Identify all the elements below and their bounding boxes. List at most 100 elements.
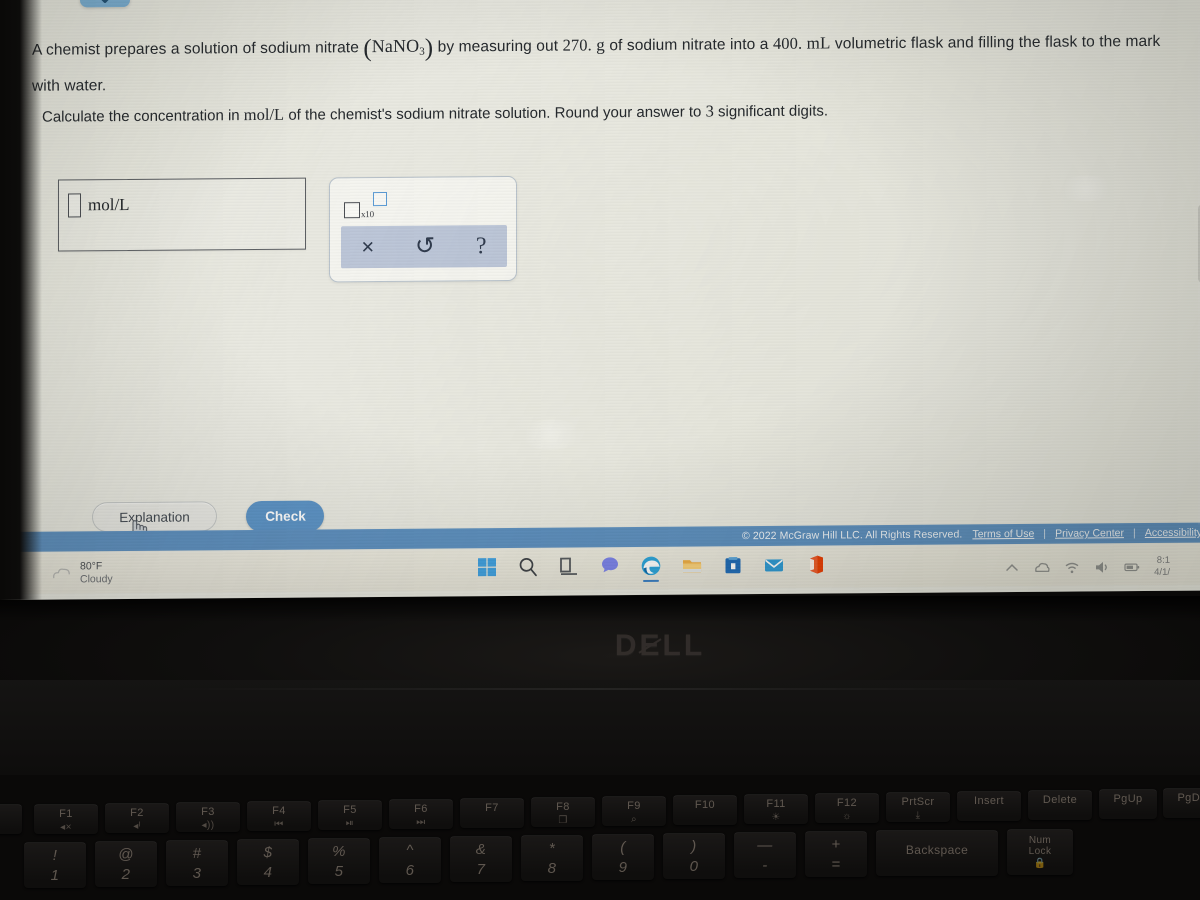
- key-f6[interactable]: F6 ⏭: [389, 799, 453, 829]
- key-8-number: 8: [547, 860, 557, 877]
- key-f12-label: F12: [836, 797, 858, 809]
- key-f11[interactable]: F11 ☀: [744, 794, 808, 824]
- chat-icon[interactable]: [599, 555, 621, 577]
- key-insert[interactable]: Insert: [957, 791, 1021, 821]
- key-f2[interactable]: F2 ◂ᴵ: [105, 803, 169, 833]
- key-f10[interactable]: F10: [673, 795, 737, 825]
- key-0[interactable]: ) 0: [663, 833, 725, 879]
- volume-up-icon: ◂)): [201, 820, 215, 831]
- volume-mute-icon: ◂×: [60, 822, 72, 833]
- key-minus[interactable]: — -: [734, 832, 796, 878]
- key-f3-label: F3: [201, 806, 215, 818]
- taskbar-clock[interactable]: 8:1 4/1/: [1154, 555, 1170, 579]
- key-numlock-label-1: Num: [1028, 835, 1052, 846]
- key-1[interactable]: ! 1: [24, 842, 86, 888]
- key-f1[interactable]: F1 ◂×: [34, 804, 98, 834]
- volume-value: 400.: [772, 33, 803, 53]
- answer-unit-label: mol/L: [88, 194, 130, 215]
- key-f10-label: F10: [694, 799, 716, 811]
- key-f5-label: F5: [343, 804, 357, 816]
- key-esc[interactable]: ⎋: [0, 804, 22, 834]
- search-icon[interactable]: [517, 556, 539, 578]
- answer-input-content: mol/L: [68, 193, 130, 218]
- problem-text-3: of sodium nitrate into a: [609, 35, 769, 55]
- dell-logo-text-pre: D: [614, 629, 640, 662]
- key-f4[interactable]: F4 ⏮: [247, 801, 311, 831]
- key-delete[interactable]: Delete: [1028, 790, 1092, 820]
- browser-viewport: A chemist prepares a solution of sodium …: [0, 0, 1200, 601]
- privacy-center-link[interactable]: Privacy Center: [1055, 527, 1124, 540]
- accessibility-link[interactable]: Accessibility: [1145, 527, 1200, 539]
- key-f9[interactable]: F9 ⌕: [602, 796, 666, 826]
- key-2[interactable]: @ 2: [95, 841, 157, 887]
- key-numlock[interactable]: Num Lock 🔒: [1007, 829, 1073, 875]
- key-8-symbol: *: [548, 840, 556, 857]
- wifi-icon[interactable]: [1064, 560, 1080, 576]
- previous-track-icon: ⏮: [274, 819, 284, 830]
- key-f9-label: F9: [627, 800, 641, 812]
- key-f8[interactable]: F8 ❐: [531, 797, 595, 827]
- question-unit: mol/L: [243, 104, 285, 125]
- scientific-notation-button[interactable]: x10: [344, 191, 387, 219]
- undo-icon[interactable]: ↺: [409, 233, 441, 260]
- check-button[interactable]: Check: [246, 500, 325, 533]
- onedrive-icon[interactable]: [1034, 560, 1050, 576]
- file-explorer-icon[interactable]: [681, 554, 703, 576]
- key-7[interactable]: & 7: [450, 836, 512, 882]
- answer-value-field[interactable]: [68, 193, 81, 218]
- mail-icon[interactable]: [763, 554, 785, 576]
- key-pgdn-label: PgDn: [1177, 792, 1200, 804]
- sci-exponent-box: [372, 191, 387, 207]
- clear-icon[interactable]: ×: [355, 234, 380, 259]
- question-text-3: significant digits.: [717, 102, 829, 121]
- key-f6-label: F6: [414, 803, 428, 815]
- key-6[interactable]: ^ 6: [379, 837, 441, 883]
- explanation-button[interactable]: Explanation: [92, 501, 217, 533]
- key-prtscr[interactable]: PrtScr ⤓: [886, 792, 950, 822]
- key-equals-number: =: [831, 856, 841, 873]
- show-hidden-icons-icon[interactable]: [1004, 560, 1020, 576]
- clock-time: 8:1: [1156, 554, 1170, 566]
- microsoft-store-icon[interactable]: [722, 554, 744, 576]
- start-icon[interactable]: [476, 556, 498, 578]
- key-f12[interactable]: F12 ☼: [815, 793, 879, 823]
- key-6-number: 6: [405, 862, 415, 879]
- key-6-symbol: ^: [406, 842, 414, 859]
- key-prtscr-label: PrtScr: [901, 796, 935, 808]
- chevron-down-icon[interactable]: [80, 0, 130, 8]
- key-4[interactable]: $ 4: [237, 839, 299, 885]
- key-3[interactable]: # 3: [166, 840, 228, 886]
- key-4-number: 4: [263, 864, 273, 881]
- task-view-icon[interactable]: [558, 555, 580, 577]
- mass-value: 270.: [562, 35, 592, 55]
- key-f7[interactable]: F7: [460, 798, 524, 828]
- key-9[interactable]: ( 9: [592, 834, 654, 880]
- play-pause-icon: ⏯: [345, 818, 355, 829]
- sci-mantissa-box: [344, 201, 360, 219]
- key-backspace[interactable]: Backspace: [876, 830, 998, 876]
- taskbar-weather-widget[interactable]: 80°F Cloudy: [52, 560, 113, 586]
- aleks-exercise-page: A chemist prepares a solution of sodium …: [0, 0, 1200, 554]
- office-icon[interactable]: [804, 554, 826, 576]
- key-f3[interactable]: F3 ◂)): [176, 802, 240, 832]
- lock-icon: 🔒: [1033, 858, 1047, 869]
- snip-icon: ⤓: [915, 810, 921, 821]
- key-5[interactable]: % 5: [308, 838, 370, 884]
- key-f5[interactable]: F5 ⏯: [318, 800, 382, 830]
- key-8[interactable]: * 8: [521, 835, 583, 881]
- laptop-screen: A chemist prepares a solution of sodium …: [0, 0, 1200, 601]
- answer-input-box[interactable]: mol/L: [58, 177, 306, 252]
- volume-unit: mL: [806, 33, 831, 53]
- chemical-formula-nano3: (NaNO3): [363, 34, 434, 63]
- edge-browser-icon[interactable]: [640, 555, 662, 577]
- help-icon[interactable]: ?: [470, 233, 493, 259]
- key-4-symbol: $: [263, 844, 273, 861]
- battery-icon[interactable]: [1124, 559, 1140, 575]
- volume-icon[interactable]: [1094, 559, 1110, 575]
- key-pgdn[interactable]: PgDn: [1163, 788, 1200, 818]
- key-3-symbol: #: [192, 845, 202, 862]
- weather-text: 80°F Cloudy: [80, 560, 113, 586]
- key-pgup[interactable]: PgUp: [1099, 789, 1157, 819]
- terms-of-use-link[interactable]: Terms of Use: [972, 528, 1034, 540]
- key-equals[interactable]: + =: [805, 831, 867, 877]
